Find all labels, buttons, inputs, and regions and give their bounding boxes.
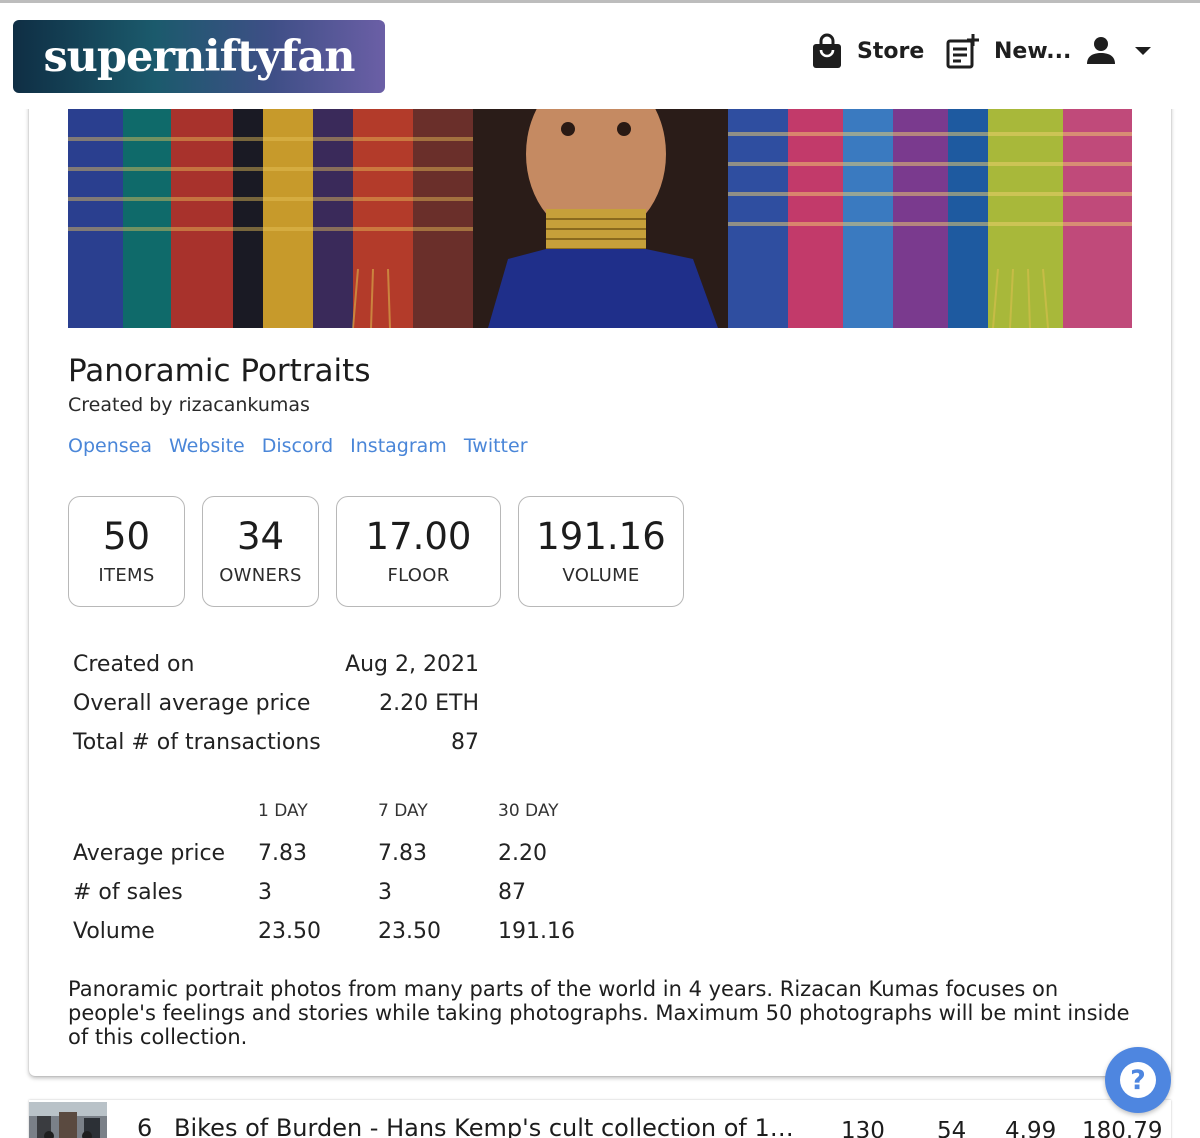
top-header: superniftyfan Store New... (0, 3, 1200, 109)
period-stats-table: 1 DAY 7 DAY 30 DAY Average price 7.83 7.… (73, 801, 618, 948)
summary-value: 87 (451, 730, 479, 755)
period-cell-30day: 191.16 (498, 919, 575, 944)
stat-value: 17.00 (365, 514, 472, 558)
collection-creator: Created by rizacankumas (68, 394, 310, 416)
stat-floor: 17.00 FLOOR (336, 496, 501, 607)
help-icon: ? (1120, 1062, 1156, 1098)
collection-description: Panoramic portrait photos from many part… (68, 977, 1130, 1049)
collection-items-count: 130 (841, 1118, 885, 1138)
summary-value: 2.20 ETH (379, 691, 479, 716)
logo-text: superniftyfan (43, 31, 355, 82)
stat-label: OWNERS (219, 565, 302, 587)
summary-row-created: Created on Aug 2, 2021 (73, 652, 479, 691)
collection-title: Panoramic Portraits (68, 353, 371, 389)
period-header-empty (73, 801, 258, 831)
collection-name[interactable]: Bikes of Burden - Hans Kemp's cult colle… (174, 1114, 794, 1138)
collection-card: Panoramic Portraits Created by rizacanku… (29, 80, 1171, 1076)
caret-down-icon (1135, 47, 1151, 55)
help-button[interactable]: ? (1105, 1047, 1171, 1113)
new-nav-label: New... (994, 38, 1072, 64)
store-nav-label: Store (857, 38, 925, 64)
period-cell-7day: 7.83 (378, 841, 427, 866)
period-cell-1day: 23.50 (258, 919, 321, 944)
stat-value: 34 (236, 514, 285, 558)
period-cell-7day: 23.50 (378, 919, 441, 944)
period-row-label: Average price (73, 841, 226, 866)
period-table-header: 1 DAY 7 DAY 30 DAY (73, 801, 618, 831)
period-row-label: Volume (73, 919, 155, 944)
collection-list-row[interactable]: 6 Bikes of Burden - Hans Kemp's cult col… (29, 1100, 1171, 1138)
twitter-link[interactable]: Twitter (464, 435, 528, 457)
summary-label: Created on (73, 652, 195, 677)
collection-thumbnail (29, 1102, 107, 1138)
instagram-link[interactable]: Instagram (350, 435, 447, 457)
store-nav-button[interactable]: Store (811, 33, 924, 69)
summary-value: Aug 2, 2021 (345, 652, 479, 677)
shopping-bag-icon (813, 33, 841, 68)
collection-floor: 4.99 (1005, 1118, 1057, 1138)
collection-rank: 6 (137, 1114, 153, 1138)
summary-row-average-price: Overall average price 2.20 ETH (73, 691, 479, 730)
collection-summary: Created on Aug 2, 2021 Overall average p… (73, 652, 479, 769)
collection-owners-count: 54 (937, 1118, 967, 1138)
summary-label: Overall average price (73, 691, 311, 716)
stat-label: ITEMS (98, 565, 155, 587)
period-header-30day: 30 DAY (498, 801, 559, 821)
help-question-mark: ? (1130, 1064, 1146, 1096)
stat-value: 191.16 (536, 514, 666, 558)
period-row-average-price: Average price 7.83 7.83 2.20 (73, 831, 618, 870)
collection-stats: 50 ITEMS 34 OWNERS 17.00 FLOOR 191.16 VO… (68, 496, 684, 607)
opensea-link[interactable]: Opensea (68, 435, 152, 457)
stat-label: FLOOR (387, 565, 450, 587)
period-cell-1day: 3 (258, 880, 272, 905)
stat-label: VOLUME (562, 565, 640, 587)
period-cell-30day: 87 (498, 880, 526, 905)
new-nav-button[interactable]: New... (946, 33, 1071, 69)
collection-banner-image (68, 109, 1132, 328)
period-row-volume: Volume 23.50 23.50 191.16 (73, 909, 618, 948)
stat-items: 50 ITEMS (68, 496, 185, 607)
stat-owners: 34 OWNERS (202, 496, 319, 607)
stat-volume: 191.16 VOLUME (518, 496, 684, 607)
period-cell-7day: 3 (378, 880, 392, 905)
discord-link[interactable]: Discord (262, 435, 333, 457)
user-menu-button[interactable] (1086, 35, 1158, 65)
period-cell-1day: 7.83 (258, 841, 307, 866)
period-header-1day: 1 DAY (258, 801, 308, 821)
note-add-icon (946, 34, 979, 69)
period-row-label: # of sales (73, 880, 183, 905)
summary-label: Total # of transactions (73, 730, 321, 755)
website-link[interactable]: Website (169, 435, 245, 457)
collection-links: Opensea Website Discord Instagram Twitte… (68, 435, 528, 457)
person-icon (1087, 37, 1115, 64)
collection-volume: 180.79 (1082, 1118, 1163, 1138)
period-header-7day: 7 DAY (378, 801, 428, 821)
summary-row-transactions: Total # of transactions 87 (73, 730, 479, 769)
stat-value: 50 (102, 514, 151, 558)
period-cell-30day: 2.20 (498, 841, 547, 866)
period-row-sales: # of sales 3 3 87 (73, 870, 618, 909)
site-logo[interactable]: superniftyfan (13, 20, 385, 93)
